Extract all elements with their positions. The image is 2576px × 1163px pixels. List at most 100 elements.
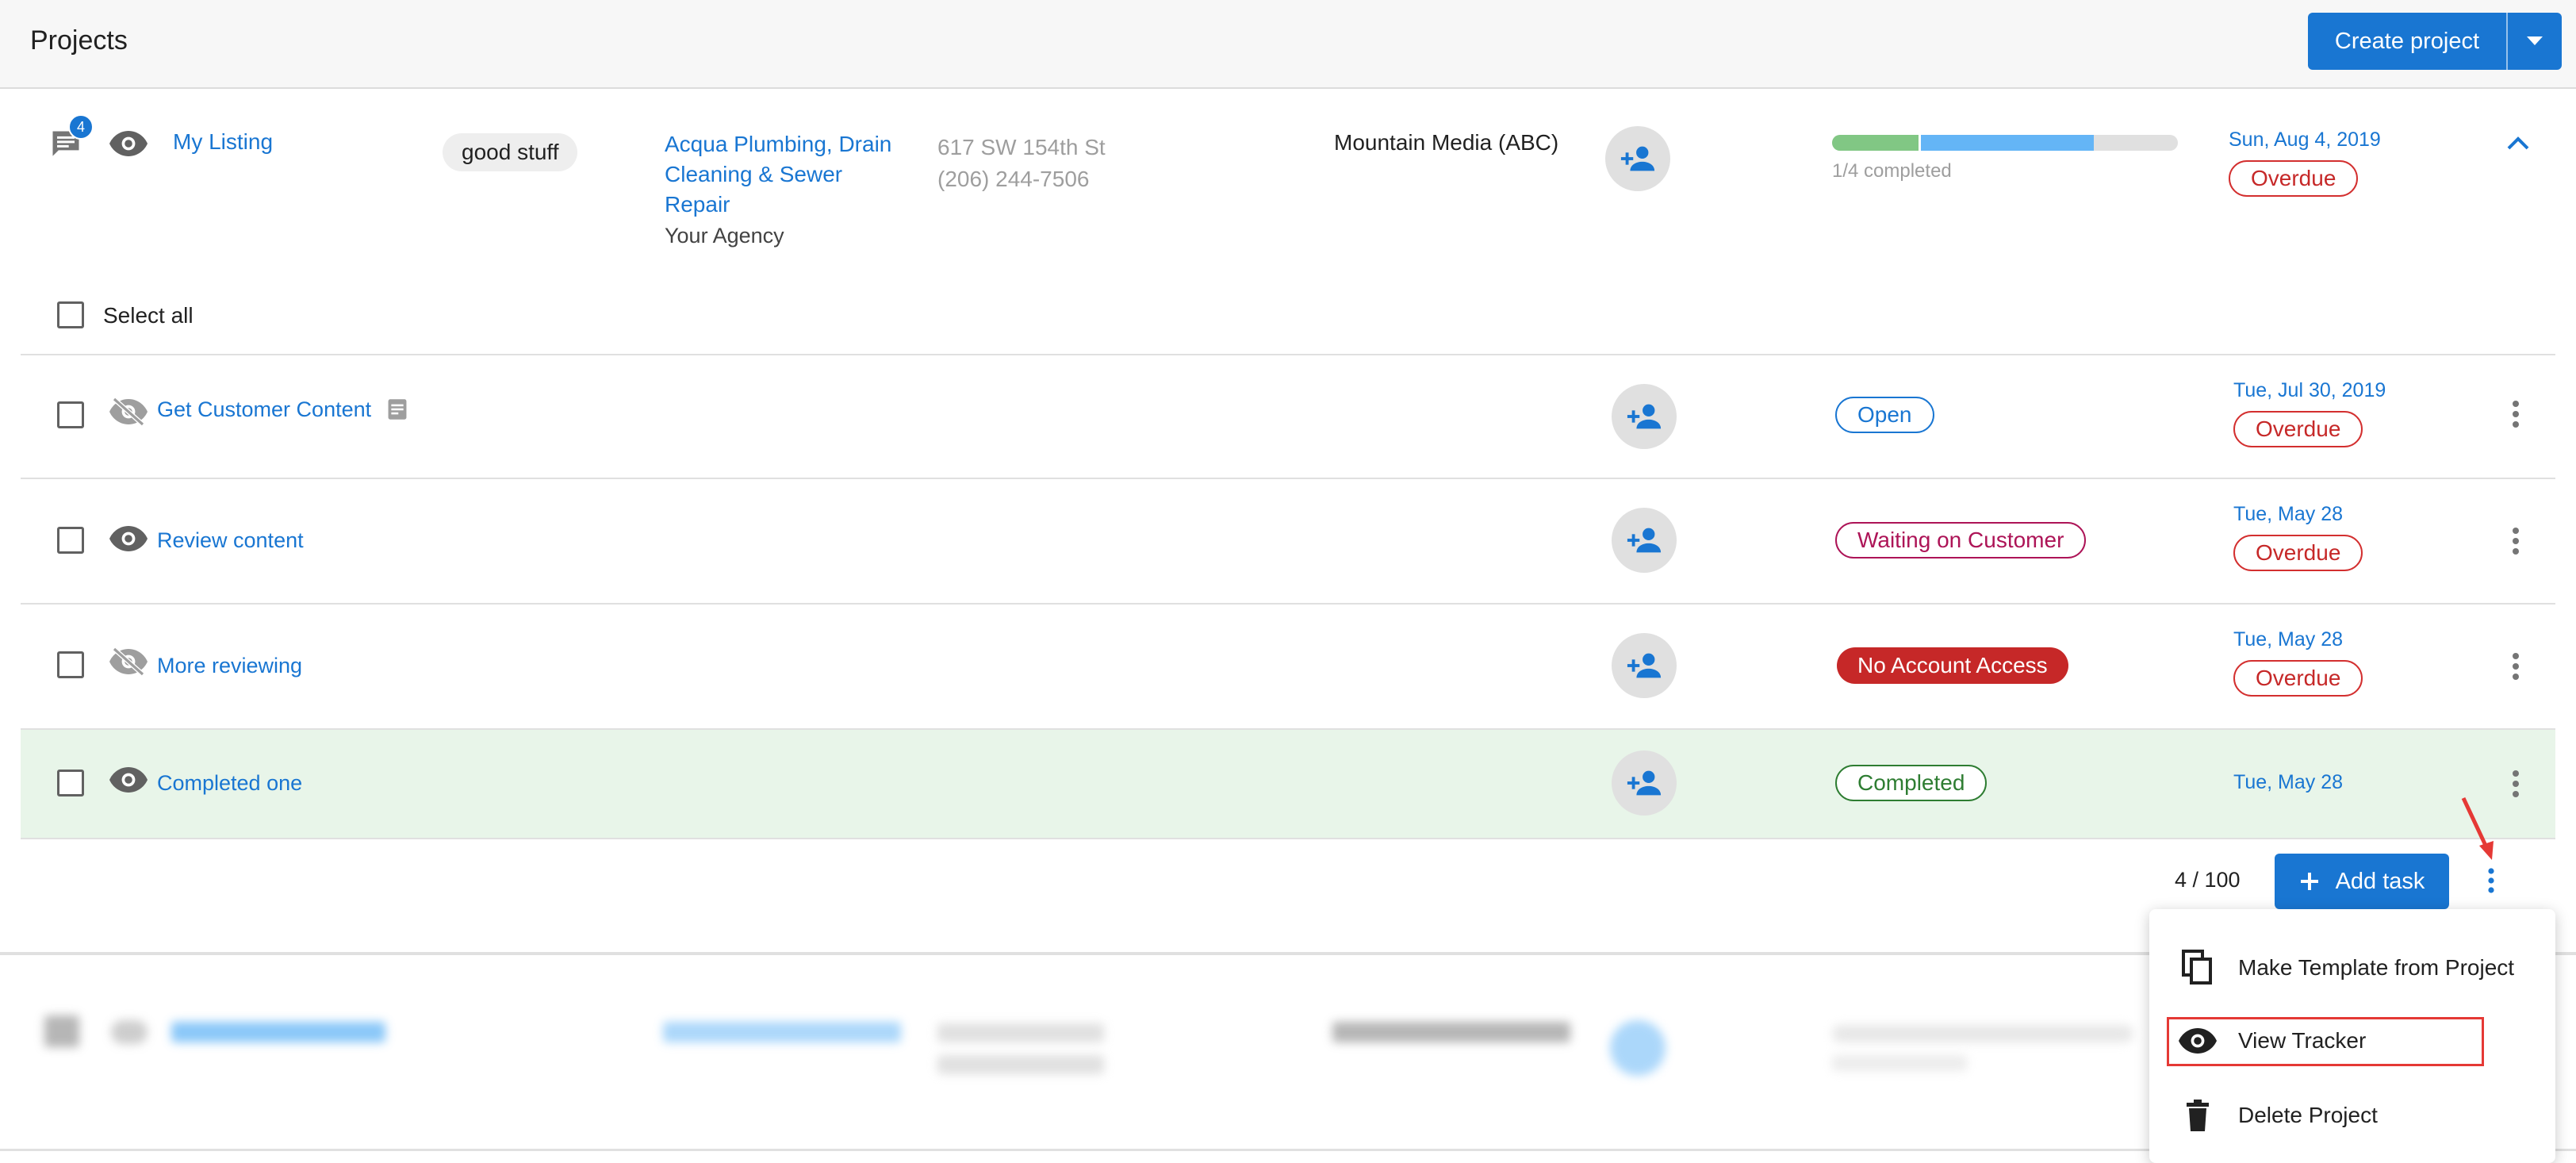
watch-toggle[interactable] xyxy=(109,525,148,556)
task-menu-button[interactable] xyxy=(2511,527,2520,559)
trash-icon[interactable] xyxy=(2149,1100,2238,1131)
more-vertical-icon[interactable] xyxy=(2511,652,2520,681)
client-name-line[interactable]: Acqua Plumbing, Drain xyxy=(665,129,891,159)
row-divider xyxy=(21,603,2555,605)
annotation-arrow-icon xyxy=(2461,796,2494,860)
client-address: 617 SW 154th St xyxy=(937,135,1106,159)
more-vertical-icon[interactable] xyxy=(2511,770,2520,798)
note-icon[interactable] xyxy=(387,398,408,420)
address-placeholder xyxy=(937,1023,1104,1042)
project-menu-button[interactable] xyxy=(2487,868,2495,897)
assign-user-button[interactable] xyxy=(1612,508,1677,573)
project-due-date: Sun, Aug 4, 2019 xyxy=(2229,129,2381,151)
progress-placeholder xyxy=(1832,1025,2133,1042)
eye-icon xyxy=(111,1020,148,1044)
project-tag: good stuff xyxy=(443,133,578,171)
task-count: 4 / 100 xyxy=(2175,868,2241,892)
eye-icon[interactable] xyxy=(109,130,148,157)
create-project-dropdown[interactable] xyxy=(2508,13,2562,70)
task-checkbox[interactable] xyxy=(57,401,84,428)
project-context-menu: Make Template from Project View Tracker … xyxy=(2149,909,2555,1163)
assign-user-button[interactable] xyxy=(1612,384,1677,449)
task-status-badge[interactable]: Open xyxy=(1835,397,1934,433)
task-status-badge[interactable]: Completed xyxy=(1835,765,1988,801)
person-add-icon[interactable] xyxy=(1626,522,1662,558)
progress-inprogress-segment xyxy=(1921,135,2094,151)
client-contact: 617 SW 154th St (206) 244-7506 xyxy=(937,132,1106,195)
task-due-date: Tue, May 28 xyxy=(2233,628,2344,651)
task-menu-button[interactable] xyxy=(2511,652,2520,685)
assign-user-button[interactable] xyxy=(1605,126,1670,191)
row-divider xyxy=(21,354,2555,355)
task-status-badge[interactable]: Waiting on Customer xyxy=(1835,522,2087,558)
client-name-line[interactable]: Repair xyxy=(665,190,891,220)
client-placeholder xyxy=(663,1022,901,1042)
more-vertical-icon[interactable] xyxy=(2511,527,2520,555)
client-name-link[interactable]: Acqua Plumbing, Drain Cleaning & Sewer R… xyxy=(665,129,891,220)
task-name-link[interactable]: More reviewing xyxy=(157,654,302,678)
person-add-icon[interactable] xyxy=(1626,647,1662,684)
project-progress-bar xyxy=(1832,135,2178,151)
create-project-button[interactable]: Create project xyxy=(2308,13,2562,70)
task-menu-button[interactable] xyxy=(2511,770,2520,802)
task-checkbox[interactable] xyxy=(57,651,84,678)
plus-icon[interactable] xyxy=(2299,871,2320,892)
annotation-highlight-box xyxy=(2167,1017,2484,1066)
row-divider xyxy=(21,478,2555,479)
task-checkbox[interactable] xyxy=(57,527,84,554)
assign-user-button[interactable] xyxy=(1612,633,1677,698)
project-name-link[interactable]: My Listing xyxy=(173,129,273,155)
select-all-checkbox[interactable] xyxy=(57,301,84,328)
task-name-link[interactable]: Review content xyxy=(157,528,304,553)
create-project-label[interactable]: Create project xyxy=(2308,13,2506,70)
avatar-placeholder xyxy=(1610,1020,1666,1076)
select-all-label: Select all xyxy=(103,303,194,328)
task-status-badge[interactable]: No Account Access xyxy=(1837,647,2068,684)
task-checkbox[interactable] xyxy=(57,770,84,796)
watch-toggle[interactable] xyxy=(109,766,148,797)
menu-item-make-template[interactable]: Make Template from Project xyxy=(2149,931,2555,1004)
menu-item-label[interactable]: Delete Project xyxy=(2238,1103,2378,1128)
assign-user-button[interactable] xyxy=(1612,750,1677,816)
task-due-date: Tue, Jul 30, 2019 xyxy=(2233,379,2386,401)
comment-count-badge: 4 xyxy=(68,114,94,140)
more-vertical-icon[interactable] xyxy=(2511,400,2520,428)
copy-icon[interactable] xyxy=(2149,950,2238,986)
company-placeholder xyxy=(1332,1022,1570,1042)
company-name: Mountain Media (ABC) xyxy=(1334,130,1559,155)
task-row-completed xyxy=(21,728,2555,839)
watch-toggle[interactable] xyxy=(109,130,148,161)
task-due-date: Tue, May 28 xyxy=(2233,771,2344,793)
comment-icon xyxy=(44,1015,79,1047)
task-name-link[interactable]: Get Customer Content xyxy=(157,397,371,422)
collapse-project-button[interactable] xyxy=(2506,135,2530,155)
phone-placeholder xyxy=(937,1055,1104,1074)
person-add-icon[interactable] xyxy=(1626,765,1662,801)
page-title: Projects xyxy=(30,25,128,56)
caret-down-icon[interactable] xyxy=(2527,36,2543,46)
eye-off-icon[interactable] xyxy=(109,647,148,677)
progress-text-placeholder xyxy=(1832,1055,1967,1071)
task-name-link[interactable]: Completed one xyxy=(157,771,302,796)
more-vertical-icon[interactable] xyxy=(2487,868,2495,893)
client-name-line[interactable]: Cleaning & Sewer xyxy=(665,159,891,190)
task-menu-button[interactable] xyxy=(2511,400,2520,432)
eye-icon[interactable] xyxy=(109,766,148,793)
comments-button[interactable]: 4 xyxy=(48,114,94,166)
watch-toggle[interactable] xyxy=(109,397,148,431)
task-due-date: Tue, May 28 xyxy=(2233,503,2344,525)
menu-item-delete-project[interactable]: Delete Project xyxy=(2149,1079,2555,1152)
progress-text: 1/4 completed xyxy=(1832,160,1952,182)
add-task-label[interactable]: Add task xyxy=(2336,869,2425,895)
task-note-indicator[interactable] xyxy=(387,398,408,424)
menu-item-label[interactable]: Make Template from Project xyxy=(2238,955,2514,981)
person-add-icon[interactable] xyxy=(1626,398,1662,435)
person-add-icon[interactable] xyxy=(1620,140,1656,177)
eye-off-icon[interactable] xyxy=(109,397,148,427)
chevron-up-icon[interactable] xyxy=(2506,135,2530,151)
task-overdue-badge: Overdue xyxy=(2233,535,2363,571)
watch-toggle[interactable] xyxy=(109,647,148,681)
eye-icon[interactable] xyxy=(109,525,148,552)
top-bar: Projects Create project xyxy=(0,0,2576,89)
add-task-button[interactable]: Add task xyxy=(2275,854,2449,909)
